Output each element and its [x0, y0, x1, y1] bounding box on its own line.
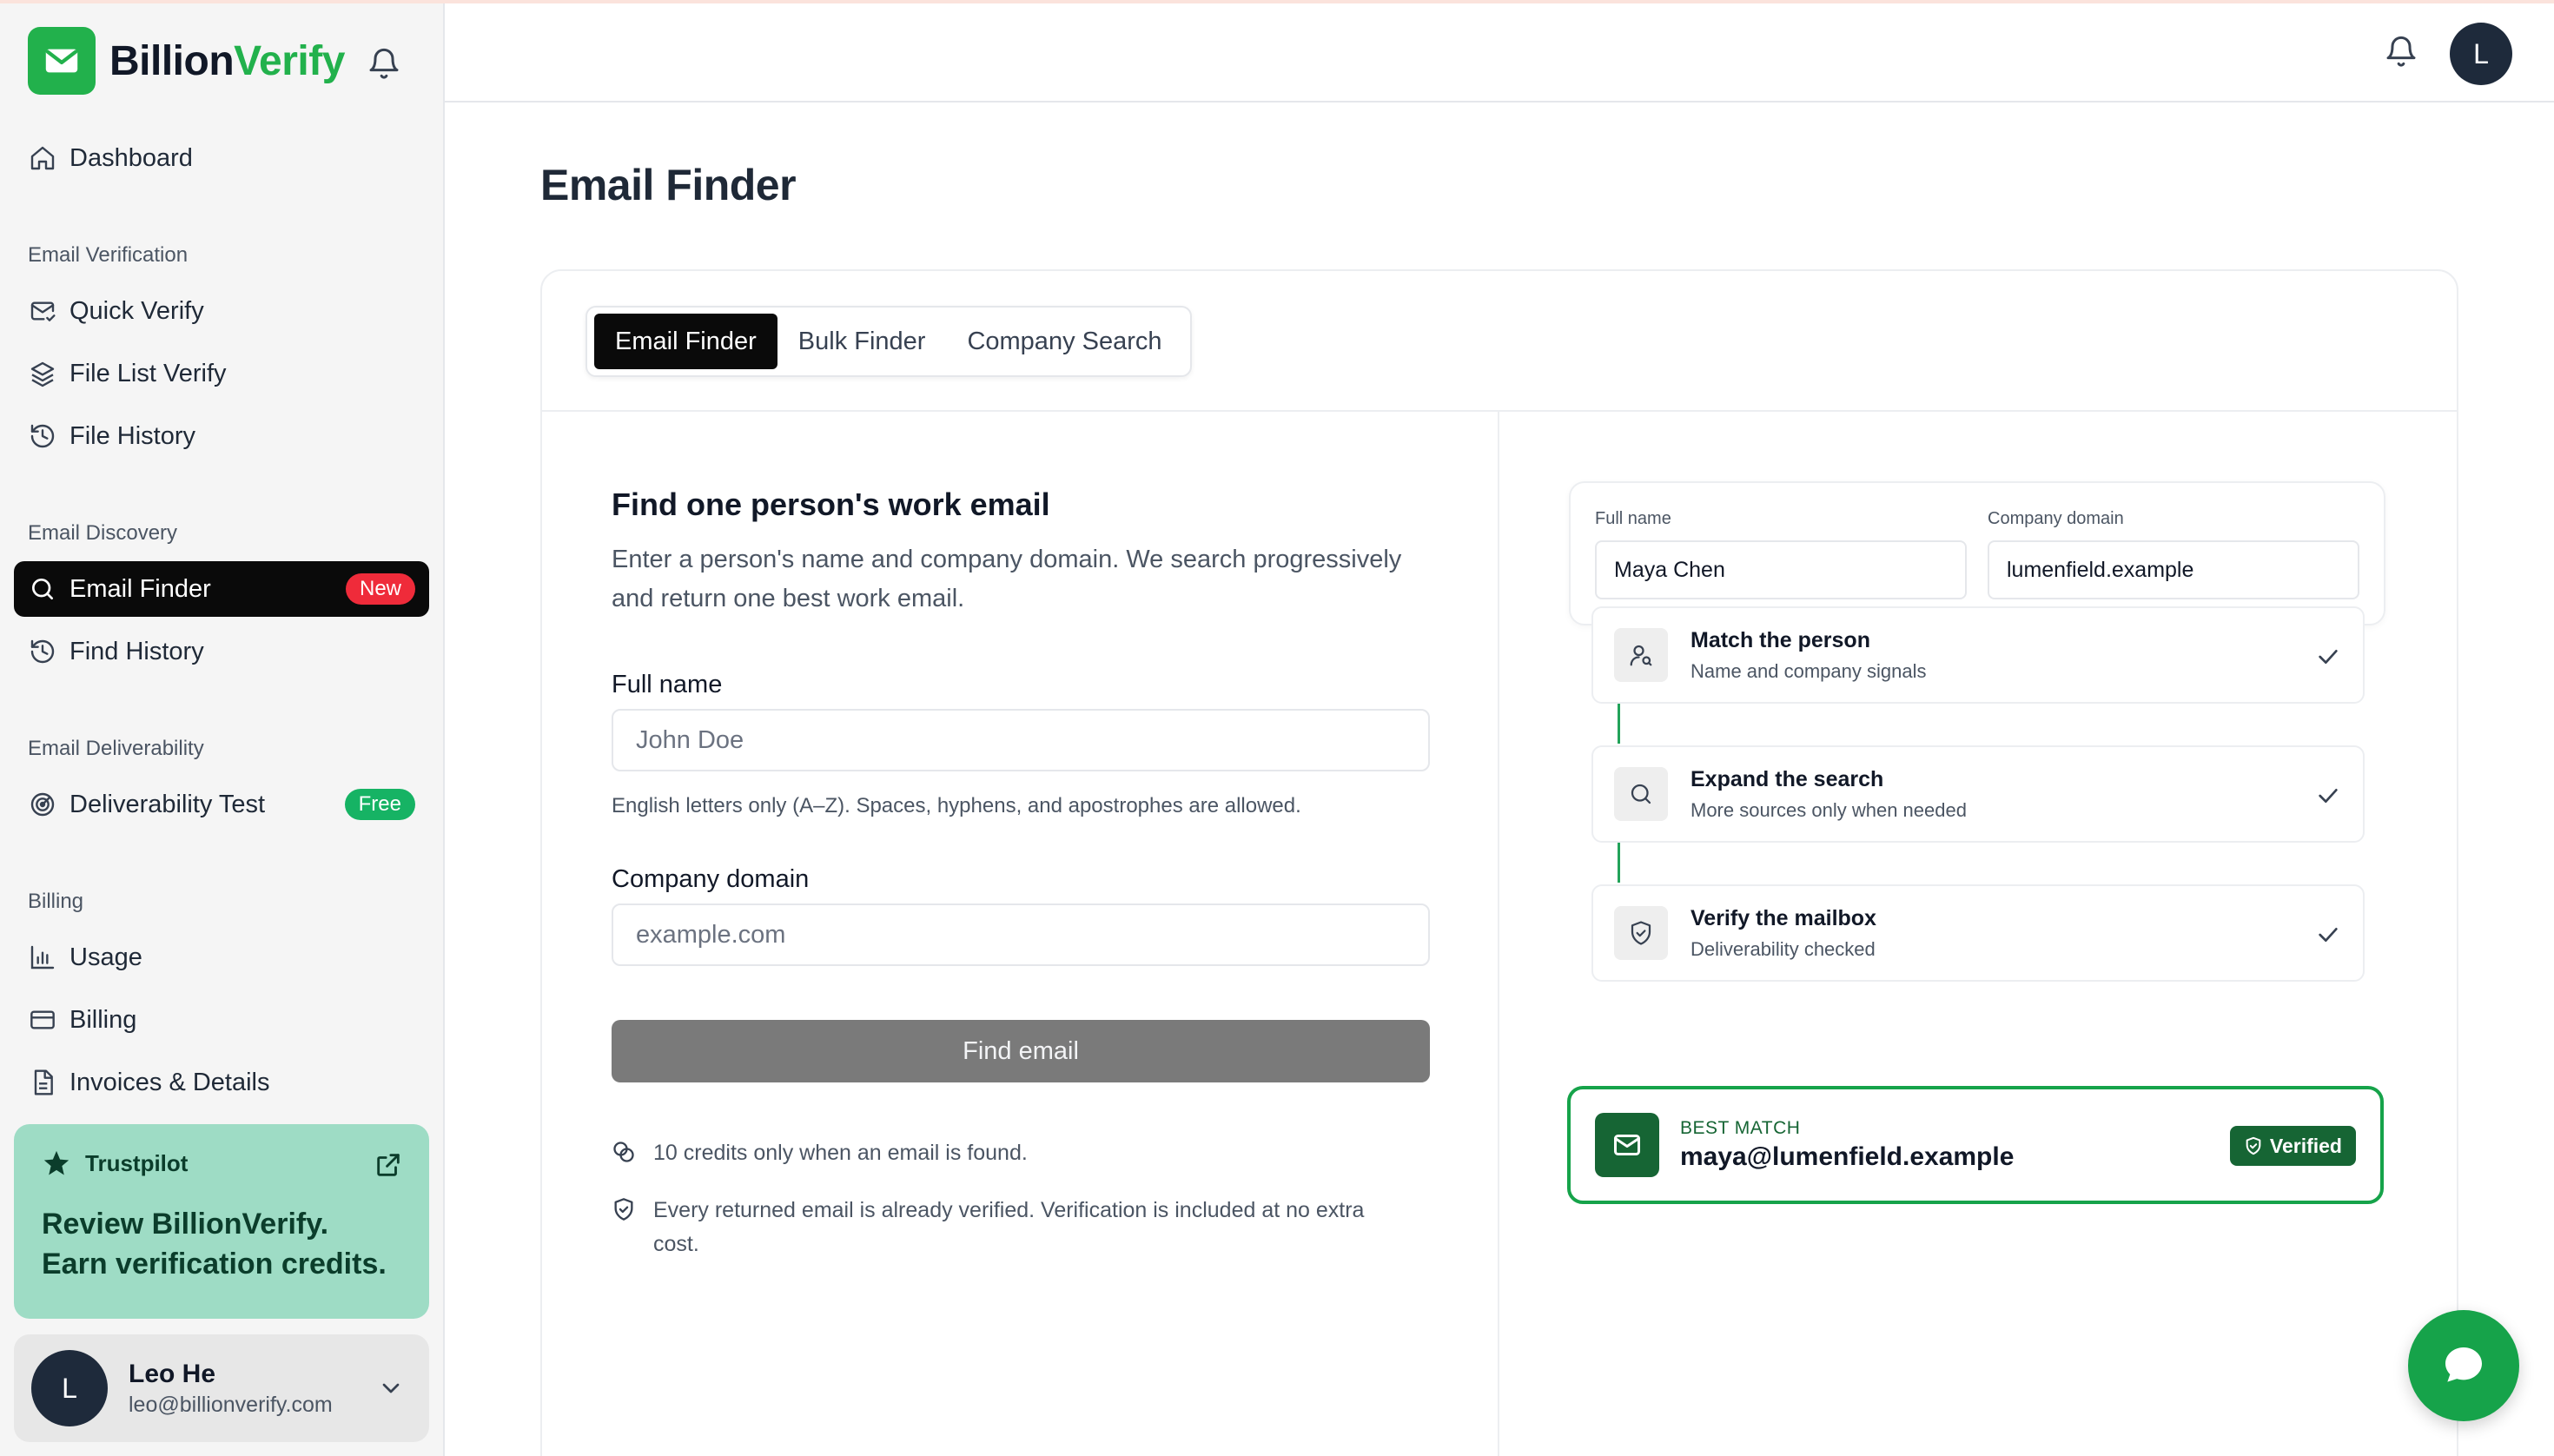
trustpilot-header: Trustpilot [42, 1148, 401, 1178]
preview-full-name-label: Full name [1595, 509, 1671, 528]
sidebar-item-billing[interactable]: Billing [14, 992, 429, 1048]
new-badge: New [345, 573, 415, 605]
chat-bubble-icon [2445, 1347, 2482, 1382]
avatar: L [31, 1350, 108, 1426]
sidebar-item-email-finder[interactable]: Email Finder New [14, 561, 429, 617]
search-icon [28, 574, 57, 604]
sidebar: BillionVerify Dashboard Email Verificati… [0, 3, 445, 1456]
preview-full-name-value: Maya Chen [1595, 540, 1967, 599]
form-description: Enter a person's name and company domain… [612, 546, 1402, 612]
preview-domain-label: Company domain [1988, 509, 2124, 528]
document-icon [28, 1068, 57, 1097]
bell-icon[interactable] [2384, 35, 2418, 69]
sidebar-item-deliverability-test[interactable]: Deliverability Test Free [14, 777, 429, 832]
history-icon [28, 421, 57, 451]
sidebar-item-label: Dashboard [69, 143, 193, 172]
brand[interactable]: BillionVerify [28, 26, 345, 96]
step-verify-mailbox: Verify the mailbox Deliverability checke… [1591, 884, 2365, 982]
find-email-button[interactable]: Find email [612, 1020, 1430, 1082]
coins-icon [612, 1140, 636, 1164]
user-search-icon [1614, 628, 1668, 682]
company-domain-label: Company domain [612, 865, 810, 893]
chat-launcher-button[interactable] [2408, 1310, 2519, 1421]
sidebar-item-label: File List Verify [69, 359, 227, 387]
home-icon [28, 143, 57, 173]
user-email: leo@billionverify.com [129, 1392, 333, 1417]
external-link-icon[interactable] [374, 1150, 403, 1180]
tab-bar: Email Finder Bulk Finder Company Search [586, 306, 1192, 377]
full-name-label: Full name [612, 671, 723, 698]
check-icon [2314, 921, 2342, 949]
step-match-person: Match the person Name and company signal… [1591, 606, 2365, 704]
tab-company-search[interactable]: Company Search [946, 314, 1182, 369]
verified-note: Every returned email is already verified… [612, 1194, 1393, 1261]
sidebar-item-file-history[interactable]: File History [14, 408, 429, 464]
shield-check-icon [1614, 906, 1668, 960]
brand-name: BillionVerify [109, 37, 345, 84]
check-icon [2314, 643, 2342, 671]
search-icon [1614, 767, 1668, 821]
sidebar-item-label: Find History [69, 637, 204, 665]
sidebar-item-usage[interactable]: Usage [14, 930, 429, 985]
sidebar-item-label: Deliverability Test [69, 790, 266, 818]
mail-check-icon [1595, 1113, 1659, 1177]
sidebar-item-dashboard[interactable]: Dashboard [14, 130, 429, 186]
best-match-label: BEST MATCH [1680, 1118, 1801, 1138]
section-email-deliverability: Email Deliverability [28, 737, 204, 760]
sidebar-item-label: File History [69, 421, 196, 450]
bell-icon[interactable] [367, 47, 401, 82]
sidebar-item-file-list-verify[interactable]: File List Verify [14, 346, 429, 401]
sidebar-item-label: Invoices & Details [69, 1068, 270, 1096]
section-email-discovery: Email Discovery [28, 521, 178, 545]
best-match-email: maya@lumenfield.example [1680, 1142, 2015, 1171]
sidebar-item-label: Quick Verify [69, 296, 204, 325]
email-finder-card: Email Finder Bulk Finder Company Search … [540, 269, 2458, 1456]
logo-mail-icon [28, 27, 96, 95]
divider [542, 410, 2457, 412]
star-icon [42, 1148, 71, 1178]
preview-domain-value: lumenfield.example [1988, 540, 2359, 599]
check-icon [2314, 782, 2342, 810]
history-icon [28, 637, 57, 666]
user-menu[interactable]: L Leo He leo@billionverify.com [14, 1334, 429, 1442]
sidebar-item-find-history[interactable]: Find History [14, 624, 429, 679]
layers-icon [28, 359, 57, 388]
tab-email-finder[interactable]: Email Finder [594, 314, 777, 369]
page-title: Email Finder [540, 161, 797, 209]
step-connector [1618, 839, 1620, 883]
sidebar-item-quick-verify[interactable]: Quick Verify [14, 283, 429, 339]
chevron-down-icon [377, 1374, 405, 1402]
trustpilot-card[interactable]: Trustpilot Review BillionVerify. Earn ve… [14, 1124, 429, 1319]
section-email-verification: Email Verification [28, 243, 189, 267]
radar-icon [28, 790, 57, 819]
avatar[interactable]: L [2450, 23, 2512, 85]
company-domain-input[interactable] [612, 903, 1430, 966]
step-connector [1618, 700, 1620, 744]
full-name-hint: English letters only (A–Z). Spaces, hyph… [612, 794, 1301, 817]
divider [1498, 410, 1499, 1456]
full-name-input[interactable] [612, 709, 1430, 771]
best-match-result[interactable]: BEST MATCH maya@lumenfield.example Verif… [1567, 1086, 2384, 1204]
sidebar-item-label: Usage [69, 943, 142, 971]
sidebar-item-label: Billing [69, 1005, 137, 1034]
free-badge: Free [344, 789, 415, 820]
sidebar-item-invoices[interactable]: Invoices & Details [14, 1055, 429, 1110]
section-billing: Billing [28, 890, 84, 913]
step-expand-search: Expand the search More sources only when… [1591, 745, 2365, 843]
shield-check-icon [2246, 1136, 2261, 1155]
sidebar-item-label: Email Finder [69, 574, 211, 603]
credits-note: 10 credits only when an email is found. [612, 1136, 1393, 1170]
user-name: Leo He [129, 1359, 216, 1388]
trustpilot-text: Review BillionVerify. Earn verification … [42, 1208, 387, 1281]
top-header: L [445, 3, 2554, 103]
credit-card-icon [28, 1005, 57, 1035]
preview-form: Full name Maya Chen Company domain lumen… [1569, 481, 2385, 625]
tab-bulk-finder[interactable]: Bulk Finder [777, 314, 947, 369]
form-heading: Find one person's work email [612, 486, 1050, 522]
verified-badge: Verified [2229, 1126, 2356, 1166]
bar-chart-icon [28, 943, 57, 972]
mail-check-icon [28, 296, 57, 326]
shield-check-icon [612, 1197, 636, 1221]
